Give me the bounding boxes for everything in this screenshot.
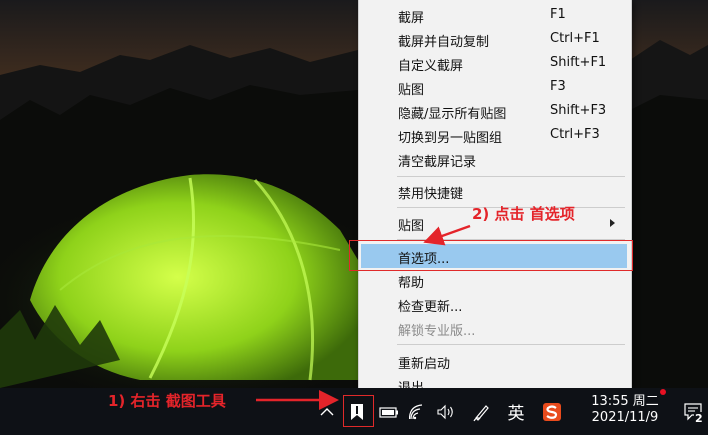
menu-item-pin[interactable]: 贴图 F3 <box>361 75 627 99</box>
menu-item-shortcut: Ctrl+F3 <box>550 127 600 142</box>
menu-item-clear-history[interactable]: 清空截屏记录 <box>361 147 627 171</box>
wifi-icon[interactable] <box>406 388 430 435</box>
wifi-icon <box>409 403 423 419</box>
context-menu: 截屏 F1 截屏并自动复制 Ctrl+F1 自定义截屏 Shift+F1 贴图 … <box>358 0 632 401</box>
menu-item-shortcut: F1 <box>550 7 566 22</box>
annotation-tray-box <box>343 395 374 427</box>
chevron-up-icon <box>320 407 334 415</box>
menu-item-screenshot-copy[interactable]: 截屏并自动复制 Ctrl+F1 <box>361 27 627 51</box>
menu-item-label: 切换到另一贴图组 <box>398 131 503 146</box>
speaker-icon <box>437 404 453 419</box>
ime-language-indicator[interactable]: 英 <box>502 388 530 435</box>
notification-count-badge: 2 <box>694 412 704 425</box>
menu-separator <box>397 176 625 177</box>
menu-item-label: 自定义截屏 <box>398 59 464 74</box>
menu-item-label: 检查更新... <box>398 300 463 315</box>
menu-item-switch-pin-group[interactable]: 切换到另一贴图组 Ctrl+F3 <box>361 123 627 147</box>
menu-item-restart[interactable]: 重新启动 <box>361 349 627 373</box>
sogou-s-icon <box>543 402 561 421</box>
menu-item-check-update[interactable]: 检查更新... <box>361 292 627 316</box>
menu-item-label: 截屏并自动复制 <box>398 35 490 50</box>
sogou-ime-icon[interactable] <box>540 388 564 435</box>
battery-icon <box>379 406 398 418</box>
menu-item-disable-hotkeys[interactable]: 禁用快捷键 <box>361 179 627 203</box>
menu-item-label: 清空截屏记录 <box>398 155 477 170</box>
menu-item-help[interactable]: 帮助 <box>361 268 627 292</box>
menu-item-label: 禁用快捷键 <box>398 187 464 202</box>
system-clock[interactable]: 13:55 周二 2021/11/9 <box>576 388 674 435</box>
menu-item-label: 隐藏/显示所有贴图 <box>398 107 507 122</box>
menu-item-custom-screenshot[interactable]: 自定义截屏 Shift+F1 <box>361 51 627 75</box>
menu-item-shortcut: Ctrl+F1 <box>550 31 600 46</box>
menu-item-shortcut: F3 <box>550 79 566 94</box>
menu-separator <box>397 344 625 345</box>
action-center-button[interactable]: 2 <box>680 388 708 435</box>
show-hidden-icons-button[interactable] <box>315 388 339 435</box>
windows-ink-icon[interactable] <box>470 388 494 435</box>
menu-item-unlock-pro: 解锁专业版... <box>361 316 627 340</box>
menu-item-shortcut: Shift+F3 <box>550 103 607 118</box>
pen-icon <box>473 404 489 421</box>
menu-item-label: 贴图 <box>398 83 425 98</box>
menu-item-toggle-pins[interactable]: 隐藏/显示所有贴图 Shift+F3 <box>361 99 627 123</box>
menu-item-screenshot[interactable]: 截屏 F1 <box>361 3 627 27</box>
menu-item-label: 帮助 <box>398 276 425 291</box>
menu-item-label: 截屏 <box>398 11 425 26</box>
volume-icon[interactable] <box>434 388 458 435</box>
clock-alert-dot <box>660 389 666 395</box>
menu-item-label: 贴图 <box>398 219 425 234</box>
menu-item-shortcut: Shift+F1 <box>550 55 607 70</box>
battery-icon[interactable] <box>376 388 402 435</box>
annotation-highlight-box <box>349 240 633 271</box>
annotation-step1-text: 1) 右击 截图工具 <box>108 392 226 410</box>
annotation-step2-text: 2) 点击 首选项 <box>472 205 575 223</box>
clock-date: 2021/11/9 <box>591 410 659 425</box>
menu-item-label: 重新启动 <box>398 357 451 372</box>
menu-item-label: 解锁专业版... <box>398 324 476 339</box>
submenu-arrow-icon <box>610 219 615 227</box>
